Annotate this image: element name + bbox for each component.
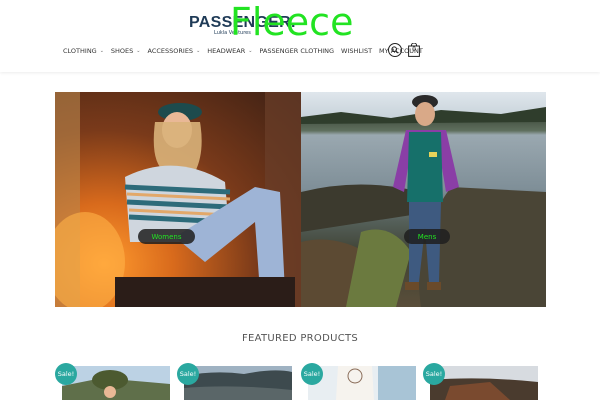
womens-button[interactable]: Womens [138, 229, 195, 244]
product-image [430, 366, 538, 400]
nav-item-shoes[interactable]: SHOES ⌄ [111, 47, 141, 55]
nav-item-accessories[interactable]: ACCESSORIES ⌄ [148, 47, 201, 55]
cart-count: 0 [412, 46, 416, 53]
featured-products-heading: FEATURED PRODUCTS [241, 333, 359, 344]
mens-image[interactable] [301, 92, 546, 307]
product-image [308, 366, 416, 400]
product-card[interactable] [184, 366, 292, 400]
womens-image[interactable] [55, 92, 301, 307]
chevron-down-icon: ⌄ [99, 48, 104, 54]
hero-banner [55, 92, 546, 307]
sale-badge: Sale! [55, 363, 77, 385]
cart-button[interactable]: 0 [408, 43, 420, 57]
product-card[interactable] [62, 366, 170, 400]
product-image [184, 366, 292, 400]
chevron-down-icon: ⌄ [136, 48, 141, 54]
search-button[interactable] [388, 43, 402, 57]
nav-item-passenger-clothing[interactable]: PASSENGER CLOTHING [259, 47, 334, 55]
nav-item-headwear[interactable]: HEADWEAR ⌄ [207, 47, 252, 55]
sale-badge: Sale! [301, 363, 323, 385]
product-card[interactable] [430, 366, 538, 400]
main-nav: CLOTHING ⌄ SHOES ⌄ ACCESSORIES ⌄ HEADWEAR ⌄ … [63, 46, 430, 56]
sale-badge: Sale! [177, 363, 199, 385]
product-card[interactable] [308, 366, 416, 400]
search-icon [391, 46, 399, 54]
sale-badge: Sale! [423, 363, 445, 385]
mens-button[interactable]: Mens [404, 229, 450, 244]
man-photo [301, 95, 546, 307]
nav-item-wishlist[interactable]: WISHLIST [341, 47, 372, 55]
chevron-down-icon: ⌄ [248, 48, 253, 54]
chevron-down-icon: ⌄ [196, 48, 201, 54]
product-image [62, 366, 170, 400]
hero-title: Fleece [230, 0, 354, 44]
nav-item-clothing[interactable]: CLOTHING ⌄ [63, 47, 104, 55]
woman-photo [55, 92, 301, 307]
